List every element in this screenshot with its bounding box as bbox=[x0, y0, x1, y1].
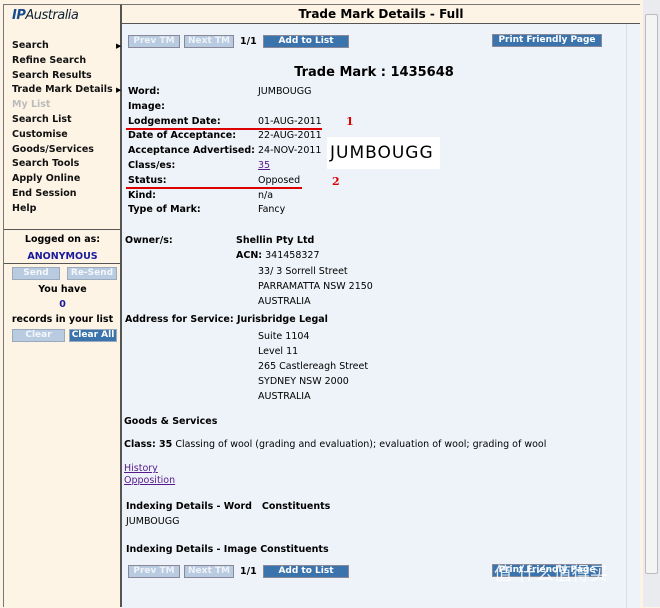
field-value: 24-NOV-2011 bbox=[258, 145, 322, 157]
username: ANONYMOUS bbox=[27, 251, 98, 262]
record-count: 0 bbox=[59, 299, 66, 310]
sidebar-item[interactable]: Search List bbox=[12, 114, 72, 125]
sidebar: IPAustralia Search ▶ Refine Search Search R… bbox=[3, 4, 122, 607]
acn-label: ACN: bbox=[236, 250, 263, 261]
trade-mark-image: JUMBOUGG bbox=[327, 137, 440, 169]
logged-on-label: Logged on as: bbox=[24, 234, 101, 245]
afs-address-line: Suite 1104 bbox=[258, 331, 310, 342]
print-friendly-button[interactable]: Print Friendly Page bbox=[492, 34, 602, 47]
send-button[interactable]: Send bbox=[12, 267, 60, 280]
submenu-arrow-icon: ▶ bbox=[116, 86, 122, 95]
field-label: Kind: bbox=[128, 189, 156, 201]
add-to-list-button[interactable]: Add to List bbox=[263, 35, 349, 48]
address-for-service-label: Address for Service: bbox=[125, 314, 234, 325]
field-value: 22-AUG-2011 bbox=[258, 130, 322, 142]
sidebar-item: My List bbox=[12, 99, 51, 111]
acn-value: 341458327 bbox=[265, 250, 320, 261]
afs-address-line: SYDNEY NSW 2000 bbox=[258, 376, 349, 387]
class-label: Class: 35 bbox=[124, 439, 173, 450]
next-tm-button[interactable]: Next TM bbox=[184, 35, 234, 48]
field-value: 01-AUG-2011 bbox=[258, 115, 322, 127]
indexing-word-value: JUMBOUGG bbox=[126, 516, 180, 527]
clear-all-button[interactable]: Clear All bbox=[69, 329, 117, 342]
field-label: Acceptance Advertised: bbox=[128, 145, 255, 157]
page-indicator: 1/1 bbox=[240, 36, 257, 47]
owner-address-line: 33/ 3 Sorrell Street bbox=[258, 266, 348, 277]
indexing-image-heading: Indexing Details - Image Constituents bbox=[126, 544, 329, 555]
submenu-arrow-icon: ▶ bbox=[116, 42, 122, 50]
field-label: Word: bbox=[128, 86, 160, 97]
watermark: 值 什么值得买 bbox=[494, 564, 608, 585]
annotation-underline-2 bbox=[126, 187, 302, 189]
sidebar-item[interactable]: End Session bbox=[12, 188, 77, 199]
owner-label: Owner/s: bbox=[125, 235, 173, 246]
inner-scrollbar[interactable] bbox=[626, 24, 640, 608]
annotation-2: 2 bbox=[332, 175, 340, 188]
owner-address-line: AUSTRALIA bbox=[258, 296, 311, 307]
field-label: Status: bbox=[128, 174, 167, 186]
details-content: Prev TM Next TM 1/1 Add to List Print Fr… bbox=[122, 24, 626, 608]
resend-button[interactable]: Re-Send bbox=[67, 267, 117, 280]
field-label: Class/es: bbox=[128, 160, 176, 171]
annotation-underline-1 bbox=[126, 128, 322, 130]
prev-tm-button[interactable]: Prev TM bbox=[128, 35, 180, 48]
opposition-link[interactable]: Opposition bbox=[124, 475, 175, 486]
field-value: Opposed bbox=[258, 174, 301, 186]
add-to-list-button-bottom[interactable]: Add to List bbox=[263, 565, 349, 578]
field-value: Fancy bbox=[258, 204, 286, 216]
owner-address-line: PARRAMATTA NSW 2150 bbox=[258, 281, 373, 292]
main-panel: Trade Mark Details - Full Prev TM Next T… bbox=[122, 4, 640, 608]
sidebar-item[interactable]: Help bbox=[12, 203, 36, 214]
sidebar-item[interactable]: Apply Online bbox=[12, 173, 80, 184]
sidebar-item[interactable]: Search Tools bbox=[12, 158, 79, 169]
sidebar-item[interactable]: Search bbox=[12, 40, 49, 51]
field-label: Image: bbox=[128, 100, 165, 112]
indexing-word-heading: Indexing Details - Word Constituents bbox=[126, 501, 331, 512]
page-title: Trade Mark Details - Full bbox=[122, 5, 640, 24]
page-indicator-bottom: 1/1 bbox=[240, 566, 257, 577]
afs-address-line: 265 Castlereagh Street bbox=[258, 361, 369, 372]
you-have-label: You have bbox=[38, 284, 87, 295]
prev-tm-button-bottom[interactable]: Prev TM bbox=[128, 565, 180, 578]
sidebar-item[interactable]: Goods/Services bbox=[12, 144, 94, 155]
goods-services-heading: Goods & Services bbox=[124, 416, 218, 427]
clear-button[interactable]: Clear bbox=[12, 329, 65, 342]
owner-name: Shellin Pty Ltd bbox=[236, 235, 315, 246]
afs-address-line: Level 11 bbox=[258, 346, 299, 357]
field-label: Type of Mark: bbox=[128, 204, 201, 216]
field-value[interactable]: 35 bbox=[258, 160, 270, 171]
sidebar-item[interactable]: Search Results bbox=[12, 70, 92, 81]
records-label: records in your list bbox=[11, 314, 114, 325]
sidebar-item[interactable]: Customise bbox=[12, 129, 68, 140]
history-link[interactable]: History bbox=[124, 463, 158, 474]
scrollbar-thumb[interactable] bbox=[645, 14, 658, 574]
field-label: Lodgement Date: bbox=[128, 115, 221, 127]
address-for-service-name: Jurisbridge Legal bbox=[236, 314, 328, 325]
afs-address-line: AUSTRALIA bbox=[258, 391, 311, 402]
class-description: Classing of wool (grading and evaluation… bbox=[175, 439, 547, 450]
next-tm-button-bottom[interactable]: Next TM bbox=[184, 565, 234, 578]
trade-mark-heading: Trade Mark : 1435648 bbox=[294, 65, 454, 80]
annotation-1: 1 bbox=[346, 115, 354, 128]
field-value: n/a bbox=[258, 189, 274, 201]
field-value: JUMBOUGG bbox=[258, 86, 312, 97]
sidebar-item[interactable]: Trade Mark Details bbox=[12, 84, 113, 95]
ip-australia-logo: IPAustralia bbox=[12, 8, 79, 23]
sidebar-item[interactable]: Refine Search bbox=[12, 55, 86, 66]
field-label: Date of Acceptance: bbox=[128, 130, 237, 142]
